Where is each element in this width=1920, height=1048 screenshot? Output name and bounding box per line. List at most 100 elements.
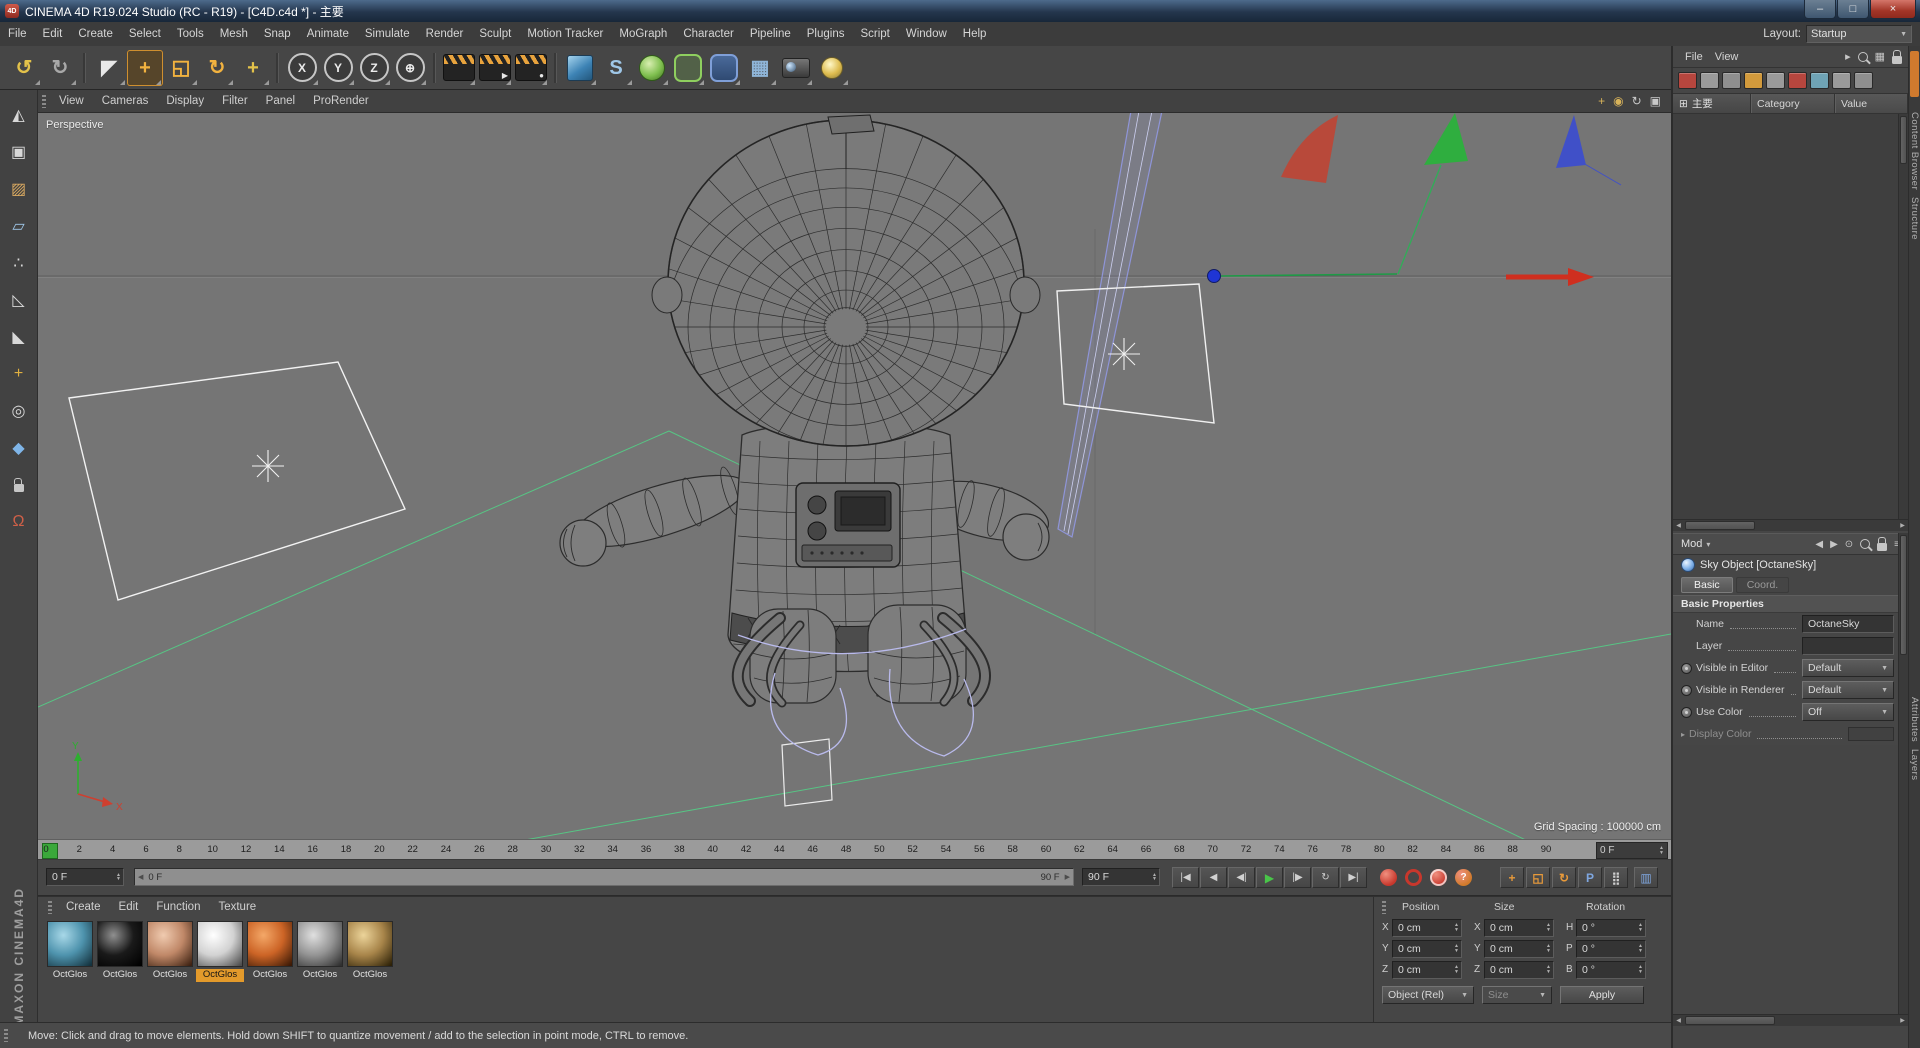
om-toolbar-icon-2[interactable] <box>1700 72 1719 89</box>
viewport[interactable]: Y X Perspective Grid Spacing : 100000 cm <box>38 113 1671 839</box>
lock-icon[interactable] <box>1892 49 1902 64</box>
grip-handle[interactable] <box>48 900 52 914</box>
grip-handle[interactable] <box>1382 900 1386 914</box>
lock-workplane-button[interactable] <box>4 470 34 500</box>
rotation-p-field[interactable]: 0 ° ▲ ▼ <box>1576 939 1646 958</box>
rotate-view-icon[interactable]: ↻ <box>1632 94 1642 108</box>
prev-frame-button[interactable]: ◀| <box>1228 867 1255 888</box>
menu-pipeline[interactable]: Pipeline <box>742 22 799 46</box>
material-thumbnail[interactable]: OctGlos <box>96 921 144 982</box>
object-axis[interactable] <box>1207 164 1595 286</box>
model-mode-button[interactable]: ▣ <box>4 137 34 167</box>
make-editable-button[interactable]: ◭ <box>4 100 34 130</box>
om-toolbar-icon-6[interactable] <box>1788 72 1807 89</box>
material-menu-texture[interactable]: Texture <box>210 901 264 913</box>
minimize-button[interactable]: – <box>1804 0 1836 19</box>
visible-in-renderer-select[interactable]: Default ▼ <box>1802 681 1894 699</box>
menu-snap[interactable]: Snap <box>256 22 299 46</box>
pan-view-icon[interactable]: + <box>1598 94 1605 108</box>
name-field[interactable]: OctaneSky <box>1802 615 1894 633</box>
scroll-right-icon[interactable]: ▶ <box>1897 1015 1908 1026</box>
position-z-field[interactable]: 0 cm ▲ ▼ <box>1392 960 1462 979</box>
axis-handle-blue[interactable] <box>1207 269 1221 283</box>
key-parameter-toggle[interactable]: P <box>1578 867 1602 888</box>
viewport-menu-panel[interactable]: Panel <box>257 95 304 107</box>
preview-range-slider[interactable]: ◀ 0 F 90 F ▶ <box>134 868 1074 886</box>
object-list-vscrollbar[interactable] <box>1898 114 1908 519</box>
size-z-field[interactable]: 0 cm ▲ ▼ <box>1484 960 1554 979</box>
menu-edit[interactable]: Edit <box>35 22 71 46</box>
stepper-icon[interactable]: ▲ ▼ <box>1659 846 1664 855</box>
live-selection-tool[interactable]: ◤ <box>91 50 127 86</box>
keying-help-button[interactable]: ? <box>1455 869 1472 886</box>
render-picture-viewer-button[interactable]: ▶ <box>477 50 513 86</box>
material-menu-function[interactable]: Function <box>148 901 208 913</box>
grip-handle[interactable] <box>4 1029 8 1042</box>
menu-script[interactable]: Script <box>852 22 897 46</box>
om-menu-file[interactable]: File <box>1679 51 1709 63</box>
object-list-hscrollbar[interactable]: ◀ ▶ <box>1673 519 1908 531</box>
next-frame-button[interactable]: |▶ <box>1284 867 1311 888</box>
menu-plugins[interactable]: Plugins <box>799 22 853 46</box>
menu-help[interactable]: Help <box>955 22 995 46</box>
size-mode-select[interactable]: Size ▼ <box>1482 986 1552 1004</box>
scroll-left-icon[interactable]: ◀ <box>1673 520 1684 531</box>
menu-animate[interactable]: Animate <box>299 22 357 46</box>
size-x-field[interactable]: 0 cm ▲ ▼ <box>1484 918 1554 937</box>
redo-button[interactable]: ↻ <box>42 50 78 86</box>
scrollbar-thumb[interactable] <box>1900 116 1907 164</box>
floor-button[interactable]: ▦ <box>742 50 778 86</box>
object-mode-select[interactable]: Object (Rel) ▼ <box>1382 986 1474 1004</box>
texture-mode-button[interactable]: ▨ <box>4 174 34 204</box>
menu-simulate[interactable]: Simulate <box>357 22 418 46</box>
viewport-solo-button[interactable]: ◎ <box>4 396 34 426</box>
stepper-icon[interactable]: ▲ ▼ <box>1454 944 1459 953</box>
stepper-icon[interactable]: ▲ ▼ <box>1638 965 1643 974</box>
range-left-arrow-icon[interactable]: ◀ <box>135 873 146 881</box>
tab-coord[interactable]: Coord. <box>1735 577 1790 593</box>
menu-create[interactable]: Create <box>70 22 121 46</box>
material-thumbnail[interactable]: OctGlos <box>296 921 344 982</box>
attribute-hscrollbar[interactable]: ◀ ▶ <box>1673 1014 1908 1026</box>
expander-icon[interactable]: ▸ <box>1681 730 1685 739</box>
goto-end-button[interactable]: ▶| <box>1340 867 1367 888</box>
stepper-icon[interactable]: ▲ ▼ <box>116 872 121 882</box>
lock-z-axis-button[interactable]: Z <box>356 50 392 86</box>
menu-render[interactable]: Render <box>418 22 472 46</box>
color-swatch[interactable] <box>1848 727 1894 741</box>
docked-tab-structure[interactable]: Structure <box>1909 197 1920 240</box>
rotation-h-field[interactable]: 0 ° ▲ ▼ <box>1576 918 1646 937</box>
toggle-panel-icon[interactable]: ▣ <box>1650 94 1661 108</box>
menu-motion-tracker[interactable]: Motion Tracker <box>519 22 611 46</box>
active-panel-indicator[interactable] <box>1910 51 1919 97</box>
stepper-icon[interactable]: ▲ ▼ <box>1152 872 1157 882</box>
edges-mode-button[interactable]: ◺ <box>4 285 34 315</box>
material-thumbnail[interactable]: OctGlos <box>346 921 394 982</box>
render-view-button[interactable] <box>441 50 477 86</box>
generator-button[interactable] <box>670 50 706 86</box>
column-header-value[interactable]: Value <box>1835 94 1908 113</box>
key-pla-toggle[interactable]: ⣿ <box>1604 867 1628 888</box>
selected-plane[interactable] <box>1057 113 1163 538</box>
menu-file[interactable]: File <box>0 22 35 46</box>
docked-tab-content-browser[interactable]: Content Browser <box>1909 112 1920 190</box>
viewport-menu-display[interactable]: Display <box>157 95 213 107</box>
radio-icon[interactable] <box>1681 662 1692 674</box>
key-scale-toggle[interactable]: ◱ <box>1526 867 1550 888</box>
history-back-icon[interactable]: ◀ <box>1815 539 1823 550</box>
om-toolbar-icon-8[interactable] <box>1832 72 1851 89</box>
ruler-frame-field[interactable]: 0 F ▲ ▼ <box>1596 842 1668 859</box>
lock-icon[interactable] <box>1877 537 1888 551</box>
enable-axis-button[interactable]: + <box>4 359 34 389</box>
viewport-menu-filter[interactable]: Filter <box>213 95 257 107</box>
material-thumbnail[interactable]: OctGlos <box>196 921 244 982</box>
points-mode-button[interactable]: ∴ <box>4 248 34 278</box>
render-settings-button[interactable]: ● <box>513 50 549 86</box>
om-toolbar-icon-1[interactable] <box>1678 72 1697 89</box>
radio-icon[interactable] <box>1681 706 1692 718</box>
forward-icon[interactable]: ▸ <box>1845 50 1851 63</box>
stepper-icon[interactable]: ▲ ▼ <box>1454 965 1459 974</box>
object-manager-tab[interactable]: ⊞ 主要 <box>1673 94 1751 113</box>
tab-basic[interactable]: Basic <box>1681 577 1733 593</box>
deformer-button[interactable] <box>706 50 742 86</box>
